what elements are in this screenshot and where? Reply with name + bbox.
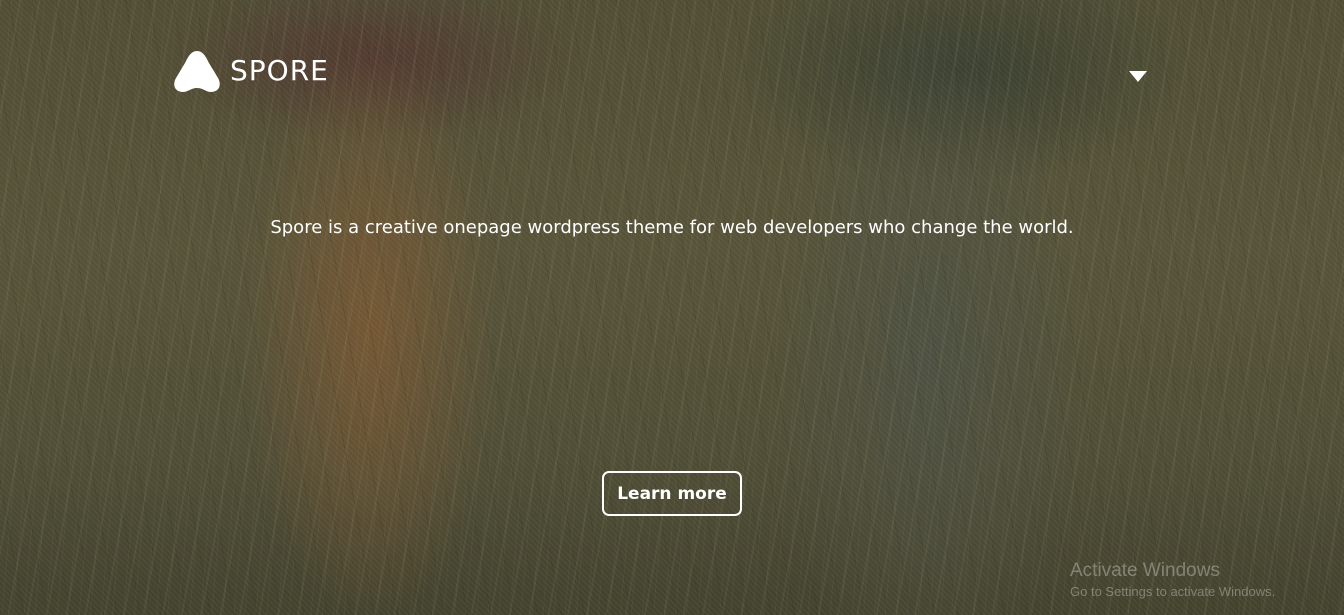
hero-tagline: Spore is a creative onepage wordpress th…	[270, 217, 1074, 238]
caret-down-icon	[1129, 71, 1147, 83]
learn-more-button[interactable]: Learn more	[602, 471, 742, 516]
site-logo-link[interactable]: SPORE	[170, 48, 329, 94]
windows-activation-watermark: Activate Windows Go to Settings to activ…	[1070, 560, 1275, 602]
watermark-subtitle: Go to Settings to activate Windows.	[1070, 584, 1276, 599]
spore-logo-icon	[170, 48, 224, 94]
site-logo-text: SPORE	[230, 54, 329, 87]
watermark-title: Activate Windows	[1070, 560, 1220, 581]
menu-toggle-button[interactable]	[1124, 66, 1152, 88]
